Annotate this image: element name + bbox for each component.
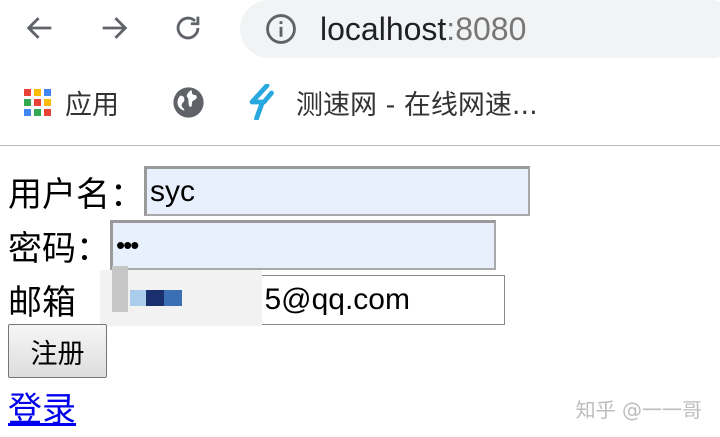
apps-grid-icon	[24, 88, 51, 116]
arrow-right-icon	[102, 17, 128, 39]
email-row: 邮箱	[8, 274, 76, 324]
email-value: 5@qq.com	[264, 283, 410, 316]
password-row: 密码： •••	[8, 220, 496, 270]
speedtest-logo-icon	[249, 84, 274, 120]
registration-page: 用户名： 密码： ••• 邮箱 5@qq.com 注册 登录 知乎 @一一哥	[0, 146, 720, 437]
forward-button[interactable]	[92, 6, 136, 50]
username-input[interactable]	[144, 166, 530, 216]
address-bar[interactable]: localhost:8080	[240, 0, 720, 58]
globe-icon	[173, 86, 204, 118]
email-label: 邮箱	[8, 282, 76, 323]
watermark: 知乎 @一一哥	[575, 398, 702, 422]
username-label: 用户名：	[8, 174, 144, 215]
url-host: localhost	[320, 11, 447, 47]
username-row: 用户名：	[8, 166, 530, 216]
reload-icon	[176, 16, 200, 40]
url-text[interactable]: localhost:8080	[320, 4, 526, 54]
register-button[interactable]: 注册	[8, 324, 107, 378]
redaction-mark	[146, 290, 164, 306]
back-button[interactable]	[18, 6, 62, 50]
redaction-mark	[112, 266, 128, 312]
url-port: :8080	[446, 11, 527, 47]
info-icon[interactable]	[264, 12, 298, 46]
password-label: 密码：	[8, 228, 110, 269]
bookmark-apps[interactable]: 应用	[24, 76, 119, 128]
login-link[interactable]: 登录	[8, 382, 76, 431]
reload-button[interactable]	[166, 6, 210, 50]
bookmark-speedtest-label: 测速网 - 在线网速...	[296, 89, 538, 121]
bookmark-globe[interactable]	[172, 76, 205, 128]
bookmark-speedtest[interactable]: 测速网 - 在线网速...	[246, 76, 538, 128]
browser-chrome: localhost:8080 应用 测速网 - 在线网速...	[0, 0, 720, 146]
password-mask: •••	[116, 230, 139, 260]
redaction-mark	[130, 290, 146, 306]
redaction-mark	[164, 290, 182, 306]
password-input[interactable]: •••	[110, 220, 496, 270]
arrow-left-icon	[26, 17, 52, 39]
bookmark-apps-label: 应用	[65, 89, 119, 121]
